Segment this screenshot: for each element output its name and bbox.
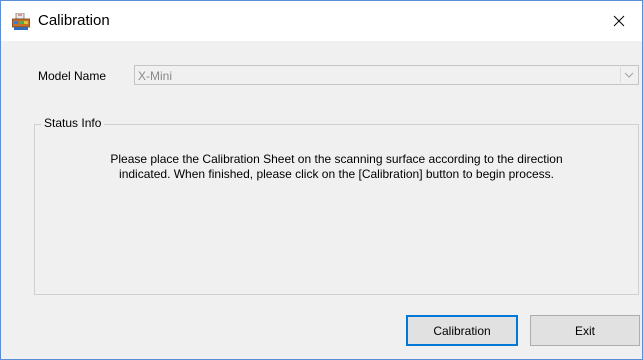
status-message: Please place the Calibration Sheet on th… bbox=[35, 152, 638, 182]
status-info-group bbox=[34, 124, 639, 295]
model-name-label: Model Name bbox=[38, 69, 107, 83]
calibration-button[interactable]: Calibration bbox=[406, 315, 518, 346]
model-name-value: X-Mini bbox=[138, 69, 173, 83]
title-bar[interactable]: Calibration bbox=[1, 1, 642, 41]
calibration-window: Calibration Model Name X-Mini Status Inf… bbox=[0, 0, 643, 360]
scanner-app-icon bbox=[12, 13, 30, 30]
status-message-line-2: indicated. When finished, please click o… bbox=[119, 167, 554, 181]
chevron-down-icon bbox=[624, 72, 634, 78]
status-message-line-1: Please place the Calibration Sheet on th… bbox=[110, 152, 563, 166]
window-title: Calibration bbox=[38, 12, 110, 29]
model-name-select[interactable]: X-Mini bbox=[134, 65, 639, 85]
close-icon bbox=[613, 15, 625, 27]
close-button[interactable] bbox=[596, 1, 642, 41]
status-info-label: Status Info bbox=[41, 116, 105, 130]
exit-button[interactable]: Exit bbox=[530, 315, 640, 346]
dropdown-button[interactable] bbox=[620, 67, 637, 83]
